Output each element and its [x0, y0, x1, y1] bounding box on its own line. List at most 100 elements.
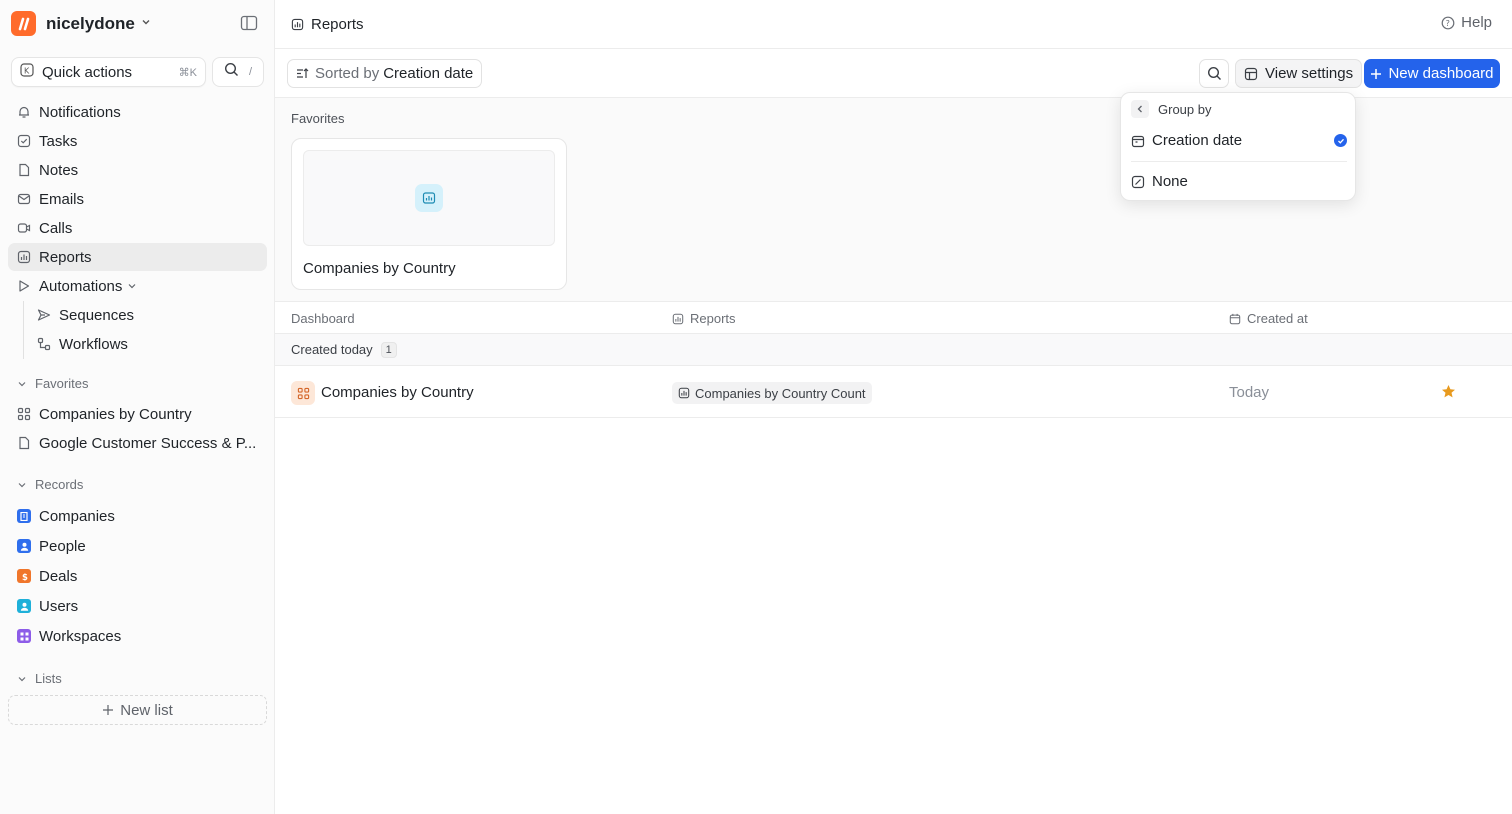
- sidebar-item-sequences[interactable]: Sequences: [28, 301, 267, 329]
- note-icon: [19, 163, 30, 177]
- help-label: Help: [1461, 14, 1492, 31]
- option-label: None: [1152, 173, 1188, 190]
- play-icon: [19, 280, 30, 292]
- column-label: Dashboard: [291, 311, 355, 326]
- chart-icon: [17, 250, 31, 264]
- search-button[interactable]: [1199, 59, 1229, 88]
- dropdown-title: Group by: [1158, 101, 1212, 117]
- column-label: Reports: [690, 311, 736, 326]
- user-icon: [17, 599, 31, 613]
- workspace-logo-icon: [11, 11, 36, 36]
- favorites-title: Favorites: [291, 111, 345, 126]
- chart-icon: [672, 313, 684, 324]
- main-panel: Reports ? Help Sorted by Creation date V…: [275, 0, 1512, 814]
- dashboard-icon: [17, 407, 31, 421]
- workspace-switcher[interactable]: nicelydone: [11, 11, 151, 36]
- sidebar-search-button[interactable]: /: [212, 57, 264, 87]
- sidebar-item-deals[interactable]: $ Deals: [8, 562, 267, 590]
- dashboard-name[interactable]: Companies by Country: [321, 384, 474, 401]
- chevron-down-icon: [18, 482, 26, 487]
- send-icon: [37, 309, 51, 321]
- option-none[interactable]: None: [1131, 173, 1347, 190]
- mail-icon: [17, 193, 31, 205]
- quick-actions-button[interactable]: K Quick actions ⌘K: [11, 57, 206, 87]
- quick-actions-shortcut: ⌘K: [178, 66, 197, 79]
- help-icon: ?: [1441, 16, 1455, 29]
- chevron-left-icon[interactable]: [1131, 100, 1149, 118]
- group-label: Created today: [291, 342, 373, 357]
- calendar-icon: [1131, 135, 1145, 147]
- card-title: Companies by Country: [303, 260, 456, 277]
- new-list-button[interactable]: New list: [8, 695, 267, 725]
- group-by-dropdown: Group by Creation date None: [1120, 92, 1356, 201]
- sort-icon: [297, 68, 309, 78]
- sidebar-item-label: Tasks: [39, 132, 78, 150]
- sidebar-item-companies[interactable]: Companies: [8, 502, 267, 530]
- section-title: Favorites: [35, 376, 89, 391]
- table-row[interactable]: Companies by Country Companies by Countr…: [275, 366, 1512, 418]
- favorite-card[interactable]: Companies by Country: [291, 138, 567, 290]
- sort-prefix: Sorted by: [315, 65, 380, 82]
- sort-button[interactable]: Sorted by Creation date: [287, 59, 483, 88]
- sidebar-item-notifications[interactable]: Notifications: [8, 98, 267, 126]
- view-settings-button[interactable]: View settings: [1235, 59, 1363, 88]
- dollar-icon: $: [17, 569, 31, 583]
- sidebar-item-users[interactable]: Users: [8, 592, 267, 620]
- dashboard-icon: [291, 381, 315, 405]
- sidebar-item-automations[interactable]: Automations: [8, 272, 267, 300]
- content-area: Favorites Companies by Country Dashboard: [275, 98, 1512, 814]
- sidebar-item-label: Notes: [39, 161, 79, 179]
- search-shortcut: /: [248, 66, 253, 78]
- column-header-dashboard[interactable]: Dashboard: [291, 311, 355, 326]
- svg-text:$: $: [22, 573, 28, 581]
- slash-box-icon: [1131, 175, 1145, 188]
- group-header[interactable]: Created today 1: [275, 334, 1512, 366]
- column-header-reports[interactable]: Reports: [672, 311, 736, 326]
- top-bar: Reports ? Help: [275, 0, 1512, 49]
- option-creation-date[interactable]: Creation date: [1131, 132, 1347, 149]
- sidebar-item-workflows[interactable]: Workflows: [28, 330, 267, 358]
- sort-value: Creation date: [383, 65, 474, 82]
- calendar-icon: [1229, 313, 1241, 324]
- sidebar-item-emails[interactable]: Emails: [8, 185, 267, 213]
- favorites-section-header[interactable]: Favorites: [17, 376, 88, 391]
- option-label: Creation date: [1152, 132, 1243, 149]
- sidebar-item-label: Automations: [39, 277, 123, 295]
- plus-icon: [1371, 68, 1382, 79]
- chart-icon: [678, 387, 690, 399]
- help-button[interactable]: ? Help: [1441, 14, 1492, 31]
- section-title: Lists: [35, 671, 62, 686]
- records-section-header[interactable]: Records: [17, 477, 83, 492]
- sidebar-item-tasks[interactable]: Tasks: [8, 127, 267, 155]
- favorite-star-icon[interactable]: [1441, 384, 1456, 404]
- favorite-item[interactable]: Google Customer Success & P...: [8, 429, 267, 457]
- table-icon: [1244, 67, 1258, 80]
- lists-section-header[interactable]: Lists: [17, 671, 62, 686]
- quick-actions-label: Quick actions: [42, 63, 133, 81]
- sidebar-item-label: Reports: [39, 248, 92, 266]
- search-icon: [224, 62, 239, 82]
- sidebar-item-label: Users: [39, 597, 79, 615]
- person-icon: [17, 539, 31, 553]
- sidebar-item-reports[interactable]: Reports: [8, 243, 267, 271]
- sidebar-item-label: Companies: [39, 507, 115, 525]
- chart-icon: [415, 184, 443, 212]
- new-dashboard-button[interactable]: New dashboard: [1364, 59, 1500, 88]
- report-chip[interactable]: Companies by Country Count: [672, 382, 872, 404]
- sidebar-item-workspaces[interactable]: Workspaces: [8, 622, 267, 650]
- favorite-item[interactable]: Companies by Country: [8, 400, 267, 428]
- chevron-down-icon: [128, 284, 136, 289]
- workflow-icon: [37, 337, 51, 351]
- new-dashboard-label: New dashboard: [1388, 65, 1494, 82]
- bell-icon: [19, 106, 29, 118]
- favorite-label: Companies by Country: [39, 405, 192, 423]
- sidebar-toggle-icon[interactable]: [240, 14, 260, 34]
- chevron-down-icon: [18, 676, 26, 681]
- sidebar-item-people[interactable]: People: [8, 532, 267, 560]
- table-header: Dashboard Reports Created at: [275, 302, 1512, 334]
- column-header-created-at[interactable]: Created at: [1229, 311, 1308, 326]
- sidebar-item-calls[interactable]: Calls: [8, 214, 267, 242]
- sidebar: nicelydone K Quick actions ⌘K / Notifica…: [0, 0, 275, 814]
- svg-text:?: ?: [1446, 19, 1450, 28]
- sidebar-item-notes[interactable]: Notes: [8, 156, 267, 184]
